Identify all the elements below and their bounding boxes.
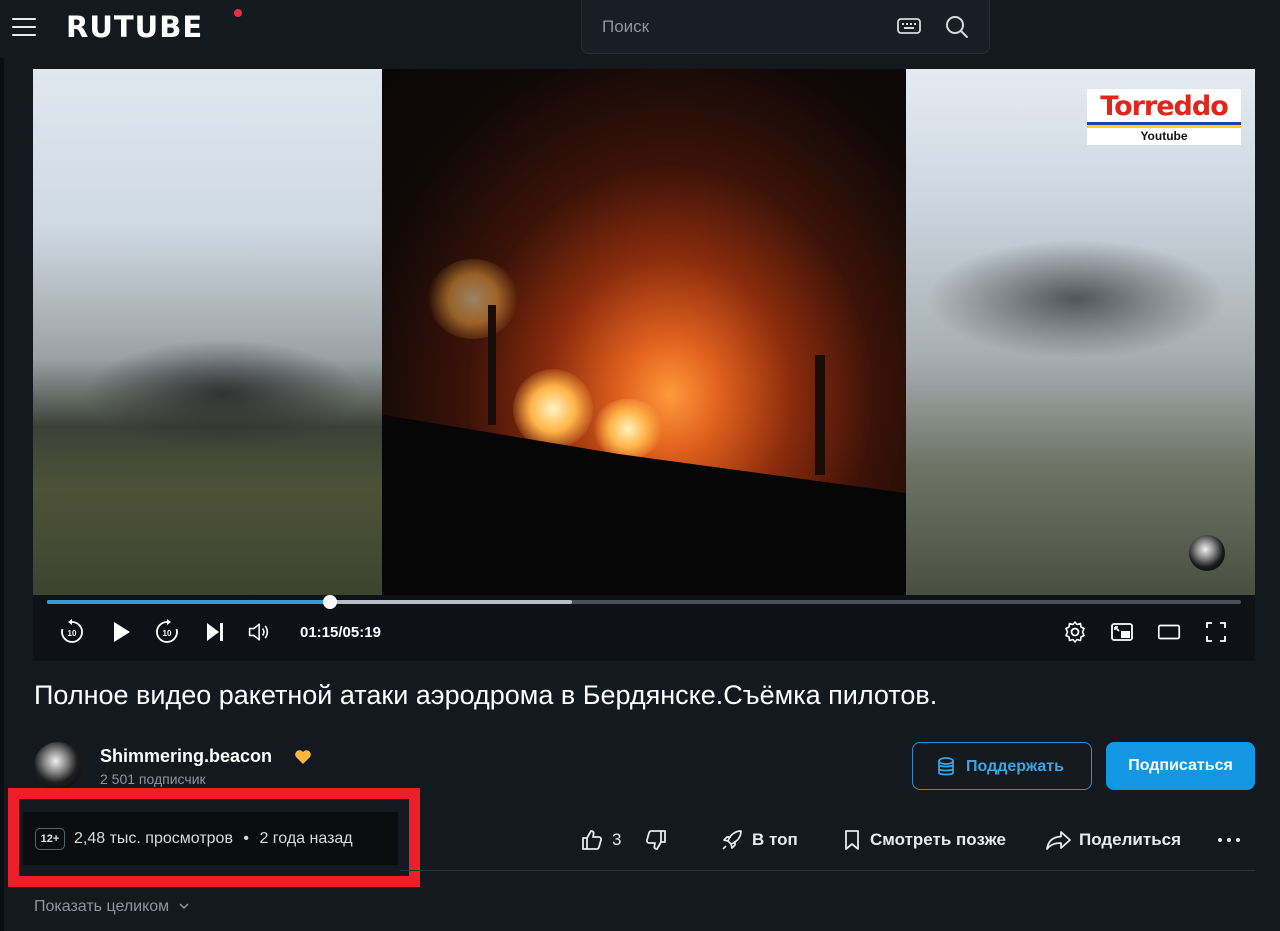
progress-played [47, 600, 330, 604]
settings-gear-icon[interactable] [1062, 619, 1088, 645]
watermark-title: Torreddo [1100, 91, 1229, 122]
channel-avatar[interactable] [34, 742, 82, 790]
rocket-icon [722, 830, 742, 850]
watermark-subtitle: Youtube [1140, 129, 1188, 143]
watermark-logo: Torreddo Youtube [1087, 89, 1241, 145]
share-arrow-icon [1046, 831, 1071, 850]
like-count: 3 [612, 830, 622, 849]
keyboard-icon[interactable] [896, 14, 922, 38]
watch-later-label: Смотреть позже [870, 830, 1006, 849]
share-label: Поделиться [1079, 830, 1182, 849]
logo-dot [234, 9, 242, 17]
support-button[interactable]: Поддержать [912, 742, 1092, 790]
search-input[interactable]: Поиск [581, 0, 990, 54]
time-current: 01:15 [300, 624, 339, 641]
next-icon[interactable] [201, 619, 227, 645]
search-placeholder: Поиск [602, 17, 650, 36]
age-rating-badge: 12+ [35, 828, 65, 850]
thumbs-up-icon [582, 830, 603, 850]
more-options-icon[interactable] [1218, 838, 1242, 842]
fence-post [815, 355, 825, 475]
show-all-label: Показать целиком [34, 898, 170, 915]
watch-later-button[interactable]: Смотреть позже [840, 828, 1010, 852]
to-top-label: В топ [752, 830, 798, 849]
rutube-logo[interactable]: RUTUBE [66, 10, 203, 44]
time-total: 05:19 [342, 624, 381, 641]
coins-icon [938, 757, 954, 776]
chevron-down-icon [179, 903, 189, 910]
blurred-left-pane [33, 69, 382, 595]
volume-icon[interactable] [247, 619, 273, 645]
progress-bar[interactable] [47, 595, 1241, 609]
svg-text:10: 10 [68, 629, 77, 638]
blurred-right-pane [906, 69, 1255, 595]
forward-10-icon[interactable]: 10 [154, 619, 180, 645]
subscriber-count: 2 501 подписчик [100, 771, 206, 787]
video-frame[interactable]: Torreddo Youtube [33, 69, 1255, 595]
video-player[interactable]: Torreddo Youtube 10 10 01:15/05:19 [33, 69, 1255, 661]
to-top-button[interactable]: В топ [720, 828, 800, 852]
fire-flame [593, 399, 663, 459]
fire-smoke [428, 259, 518, 339]
svg-text:10: 10 [163, 629, 172, 638]
time-display: 01:15/05:19 [300, 624, 381, 641]
play-icon[interactable] [108, 619, 134, 645]
theater-mode-icon[interactable] [1156, 619, 1182, 645]
fire-flame [513, 369, 593, 449]
channel-badge-icon [1189, 535, 1225, 571]
window-edge [0, 0, 4, 931]
rewind-10-icon[interactable]: 10 [59, 619, 85, 645]
picture-in-picture-icon[interactable] [1109, 619, 1135, 645]
progress-knob[interactable] [322, 595, 337, 609]
video-title: Полное видео ракетной атаки аэродрома в … [34, 680, 938, 710]
menu-icon[interactable] [12, 16, 36, 36]
top-bar: RUTUBE Поиск [0, 0, 1280, 58]
support-label: Поддержать [966, 758, 1064, 775]
show-all-link[interactable]: Показать целиком [34, 898, 190, 916]
share-button[interactable]: Поделиться [1045, 828, 1185, 852]
heart-icon [295, 750, 311, 764]
publish-date: 2 года назад [259, 830, 353, 847]
thumbs-down-icon[interactable] [644, 828, 668, 852]
bookmark-icon [845, 830, 859, 850]
meta-separator: • [243, 830, 249, 847]
video-stats: 2,48 тыс. просмотров • 2 года назад [74, 830, 353, 848]
like-button[interactable]: 3 [580, 828, 624, 852]
search-icon[interactable] [944, 14, 970, 40]
section-divider [400, 870, 1255, 871]
fullscreen-icon[interactable] [1203, 619, 1229, 645]
fence-post [488, 305, 496, 425]
subscribe-button[interactable]: Подписаться [1106, 742, 1255, 790]
watermark-stripe [1087, 125, 1241, 128]
view-count: 2,48 тыс. просмотров [74, 830, 233, 847]
channel-name[interactable]: Shimmering.beacon [100, 746, 272, 767]
